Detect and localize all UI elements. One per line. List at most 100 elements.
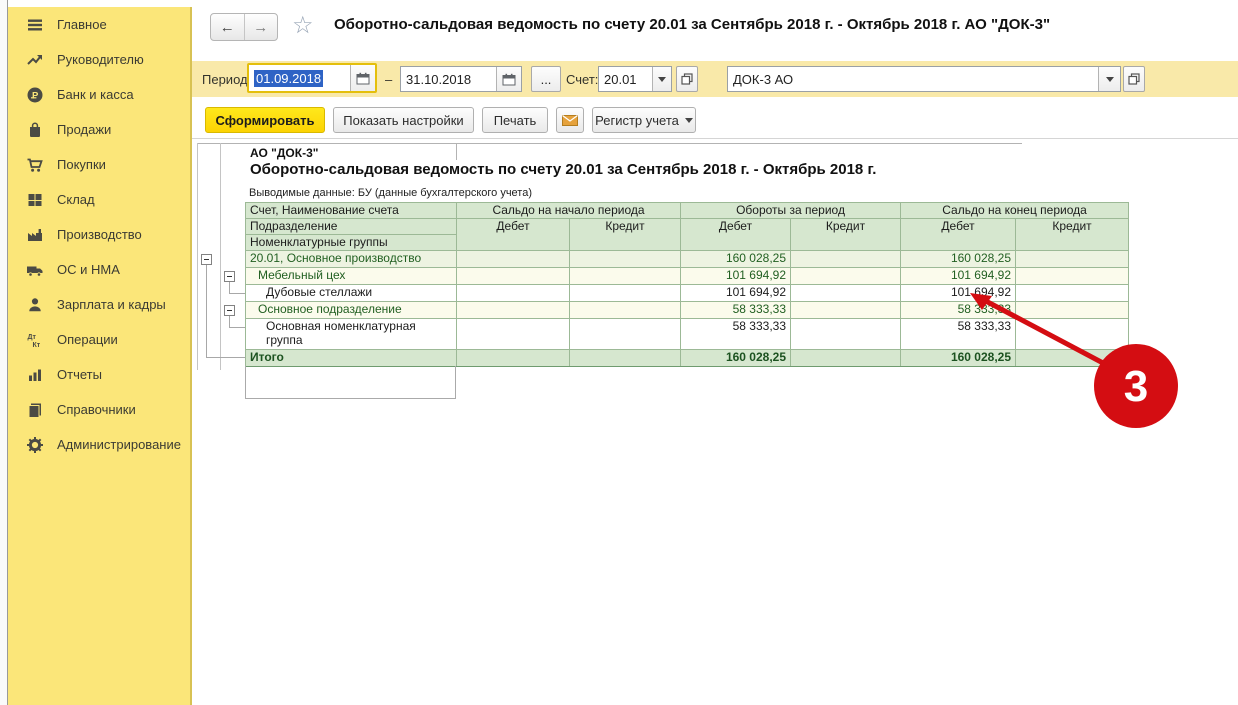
table-header-row: Подразделение Дебет Кредит Дебет Кредит …	[246, 219, 1129, 235]
tree-line	[229, 293, 245, 294]
cell-end-credit	[1016, 251, 1129, 268]
account-input[interactable]: 20.01	[599, 67, 652, 91]
period-from-focus: 01.09.2018	[247, 63, 377, 93]
organization-open-button[interactable]	[1123, 66, 1145, 92]
period-from-input[interactable]: 01.09.2018	[249, 65, 350, 91]
toolbar-separator	[192, 138, 1238, 139]
cell-end-credit	[1016, 268, 1129, 285]
header-credit: Кредит	[570, 219, 681, 251]
collapse-toggle-level1[interactable]	[201, 254, 212, 265]
sidebar-item-fixed-assets[interactable]: ОС и НМА	[8, 252, 190, 287]
report-title: Оборотно-сальдовая ведомость по счету 20…	[250, 161, 876, 178]
sidebar-item-label: Покупки	[57, 157, 106, 172]
row-label: 20.01, Основное производство	[246, 251, 457, 268]
cell-start-credit	[570, 251, 681, 268]
cell-end-debit: 58 333,33	[901, 319, 1016, 350]
sidebar-item-sales[interactable]: Продажи	[8, 112, 190, 147]
cell-end-debit: 160 028,25	[901, 350, 1016, 367]
report-gutter-line	[197, 143, 198, 370]
header-subdivision: Подразделение	[246, 219, 457, 235]
table-row[interactable]: Мебельный цех 101 694,92 101 694,92	[246, 268, 1129, 285]
sidebar-item-manager[interactable]: Руководителю	[8, 42, 190, 77]
organization-dropdown-button[interactable]	[1098, 67, 1120, 91]
cell-turnover-credit	[791, 268, 901, 285]
sidebar-item-bank-cash[interactable]: P Банк и касса	[8, 77, 190, 112]
period-more-button[interactable]: ...	[531, 66, 561, 92]
account-combo: 20.01	[598, 66, 672, 92]
cell-end-debit: 101 694,92	[901, 268, 1016, 285]
row-label: Основное подразделение	[246, 302, 457, 319]
sidebar-item-main[interactable]: Главное	[8, 7, 190, 42]
ruble-icon: P	[25, 86, 45, 104]
table-row[interactable]: Основное подразделение 58 333,33 58 333,…	[246, 302, 1129, 319]
sidebar-item-label: Зарплата и кадры	[57, 297, 166, 312]
person-icon	[25, 296, 45, 314]
window-edge	[0, 0, 8, 705]
account-dropdown-button[interactable]	[652, 67, 671, 91]
show-settings-button[interactable]: Показать настройки	[333, 107, 474, 133]
cell-turnover-debit: 101 694,92	[681, 268, 791, 285]
page-title: Оборотно-сальдовая ведомость по счету 20…	[334, 16, 1050, 33]
cell-turnover-credit	[791, 285, 901, 302]
chevron-down-icon	[1106, 77, 1114, 82]
envelope-icon	[562, 115, 578, 126]
back-button[interactable]: ←	[211, 14, 244, 40]
cell-start-debit	[457, 285, 570, 302]
cell-turnover-credit	[791, 319, 901, 350]
cell-turnover-credit	[791, 302, 901, 319]
sidebar-item-warehouse[interactable]: Склад	[8, 182, 190, 217]
sidebar-item-reports[interactable]: Отчеты	[8, 357, 190, 392]
sidebar-item-operations[interactable]: ДтКт Операции	[8, 322, 190, 357]
cart-icon	[25, 156, 45, 174]
open-icon	[1128, 73, 1140, 85]
cell-start-credit	[570, 302, 681, 319]
sidebar-item-production[interactable]: Производство	[8, 217, 190, 252]
sidebar-item-label: Главное	[57, 17, 107, 32]
table-row[interactable]: Основная номенклатурная группа 58 333,33…	[246, 319, 1129, 350]
cell-turnover-debit: 160 028,25	[681, 350, 791, 367]
factory-icon	[25, 226, 45, 244]
collapse-toggle-level2[interactable]	[224, 305, 235, 316]
table-row[interactable]: 20.01, Основное производство 160 028,25 …	[246, 251, 1129, 268]
truck-icon	[25, 261, 45, 279]
accounting-register-button[interactable]: Регистр учета	[592, 107, 696, 133]
sidebar-item-label: Отчеты	[57, 367, 102, 382]
cell-end-credit	[1016, 302, 1129, 319]
email-button[interactable]	[556, 107, 584, 133]
cell-end-credit	[1016, 285, 1129, 302]
chevron-down-icon	[685, 118, 693, 123]
sidebar-item-salary-hr[interactable]: Зарплата и кадры	[8, 287, 190, 322]
table-total-row[interactable]: Итого 160 028,25 160 028,25	[246, 350, 1129, 367]
cell-start-debit	[457, 251, 570, 268]
organization-combo: ДОК-3 АО	[727, 66, 1121, 92]
sidebar-item-directories[interactable]: Справочники	[8, 392, 190, 427]
header-debit: Дебет	[901, 219, 1016, 251]
svg-text:Дт: Дт	[28, 334, 37, 341]
organization-input[interactable]: ДОК-3 АО	[728, 67, 1098, 91]
account-open-button[interactable]	[676, 66, 698, 92]
register-label: Регистр учета	[595, 113, 679, 128]
table-row[interactable]: Дубовые стеллажи 101 694,92 101 694,92	[246, 285, 1129, 302]
period-to-input[interactable]: 31.10.2018	[401, 67, 496, 91]
tree-line	[206, 357, 245, 358]
sidebar-item-purchases[interactable]: Покупки	[8, 147, 190, 182]
report-gutter-line	[220, 143, 221, 370]
forward-button[interactable]: →	[244, 14, 278, 40]
sidebar-item-administration[interactable]: Администрирование	[8, 427, 190, 462]
favorite-star-icon[interactable]: ☆	[292, 11, 314, 40]
cell-turnover-debit: 58 333,33	[681, 319, 791, 350]
sidebar-item-label: Производство	[57, 227, 142, 242]
calendar-icon	[356, 72, 370, 85]
print-button[interactable]: Печать	[482, 107, 548, 133]
generate-button[interactable]: Сформировать	[205, 107, 325, 133]
gear-icon	[25, 436, 45, 454]
calendar-button[interactable]	[496, 67, 521, 91]
header-credit: Кредит	[791, 219, 901, 251]
sidebar-item-label: Склад	[57, 192, 95, 207]
row-label: Мебельный цех	[246, 268, 457, 285]
calendar-button[interactable]	[350, 65, 375, 91]
cell-end-debit: 58 333,33	[901, 302, 1016, 319]
header-credit: Кредит	[1016, 219, 1129, 251]
collapse-toggle-level2[interactable]	[224, 271, 235, 282]
cell-start-credit	[570, 319, 681, 350]
